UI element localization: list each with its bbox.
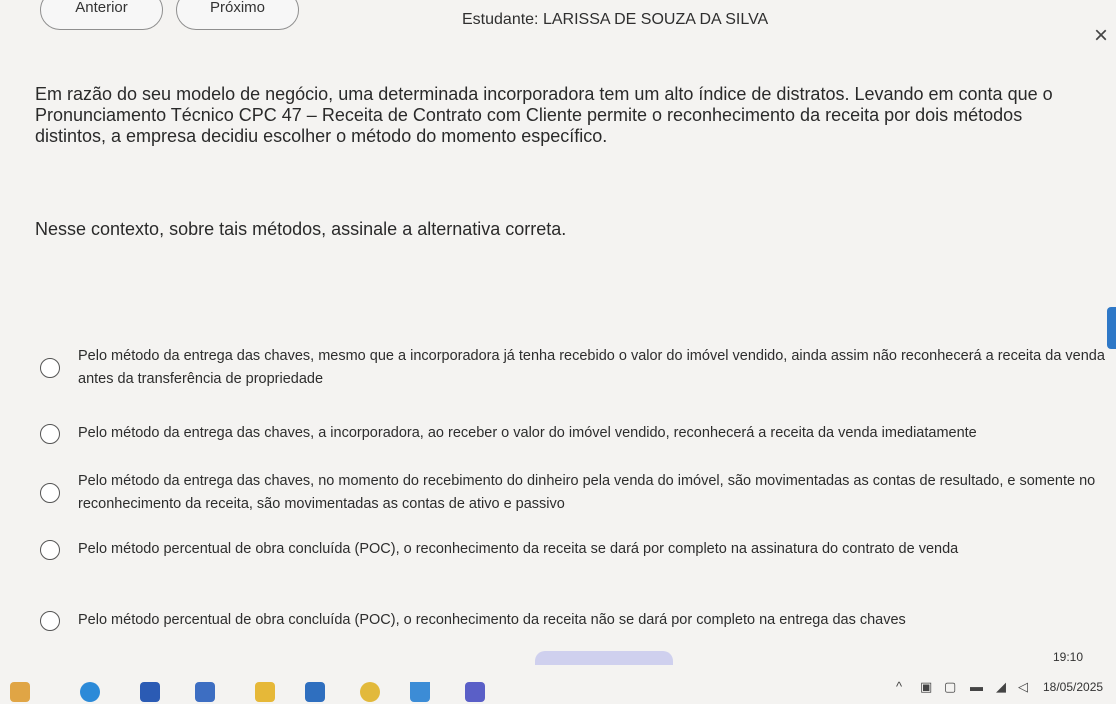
option-text: Pelo método da entrega das chaves, a inc… [78,425,977,441]
edge-icon[interactable] [80,682,100,702]
wifi-icon[interactable]: ◢ [996,679,1006,695]
option-text: Pelo método da entrega das chaves, no mo… [78,473,1096,512]
answer-option-d[interactable]: Pelo método percentual de obra concluída… [40,538,1110,561]
radio-button[interactable] [40,358,60,378]
next-button[interactable]: Próximo [176,0,299,30]
radio-button[interactable] [40,423,60,444]
question-text: Em razão do seu modelo de negócio, uma d… [35,84,1053,146]
app-icon[interactable] [305,682,325,702]
taskbar: ^ ▣ ▢ ▬ ◢ ◁ [0,672,1116,704]
radio-button[interactable] [40,539,60,560]
answer-option-c[interactable]: Pelo método da entrega das chaves, no mo… [40,470,1110,516]
clock-time[interactable]: 19:10 [1053,650,1083,664]
close-icon[interactable]: × [1094,22,1108,50]
folder-icon[interactable] [255,682,275,702]
chrome-icon[interactable] [360,682,380,702]
clock-date[interactable]: 18/05/2025 [1043,680,1103,694]
option-text: Pelo método da entrega das chaves, mesmo… [78,348,1105,387]
side-panel-tab[interactable] [1107,307,1116,349]
radio-button[interactable] [40,483,60,503]
teams-icon[interactable] [465,682,485,702]
word-icon[interactable] [140,682,160,702]
option-text: Pelo método percentual de obra concluída… [78,541,959,557]
screen-icon[interactable]: ▢ [944,679,956,695]
calendar-icon[interactable] [195,682,215,702]
battery-icon[interactable]: ▬ [970,679,983,694]
student-name: Estudante: LARISSA DE SOUZA DA SILVA [462,11,769,28]
question-prompt: Nesse contexto, sobre tais métodos, assi… [35,219,567,239]
weather-icon[interactable] [10,682,30,702]
previous-button[interactable]: Anterior [40,0,163,30]
answer-option-b[interactable]: Pelo método da entrega das chaves, a inc… [40,422,1110,445]
option-text: Pelo método percentual de obra concluída… [78,612,906,628]
answer-option-a[interactable]: Pelo método da entrega das chaves, mesmo… [40,345,1110,391]
camera-icon[interactable]: ▣ [920,679,932,695]
chevron-up-icon[interactable]: ^ [896,679,902,694]
radio-button[interactable] [40,610,60,631]
answer-option-e[interactable]: Pelo método percentual de obra concluída… [40,609,1110,632]
bottom-scroll-handle[interactable] [535,651,673,665]
drive-icon[interactable] [410,682,430,702]
top-navigation: Anterior Próximo Estudante: LARISSA DE S… [0,0,1116,49]
volume-icon[interactable]: ◁ [1018,679,1028,695]
